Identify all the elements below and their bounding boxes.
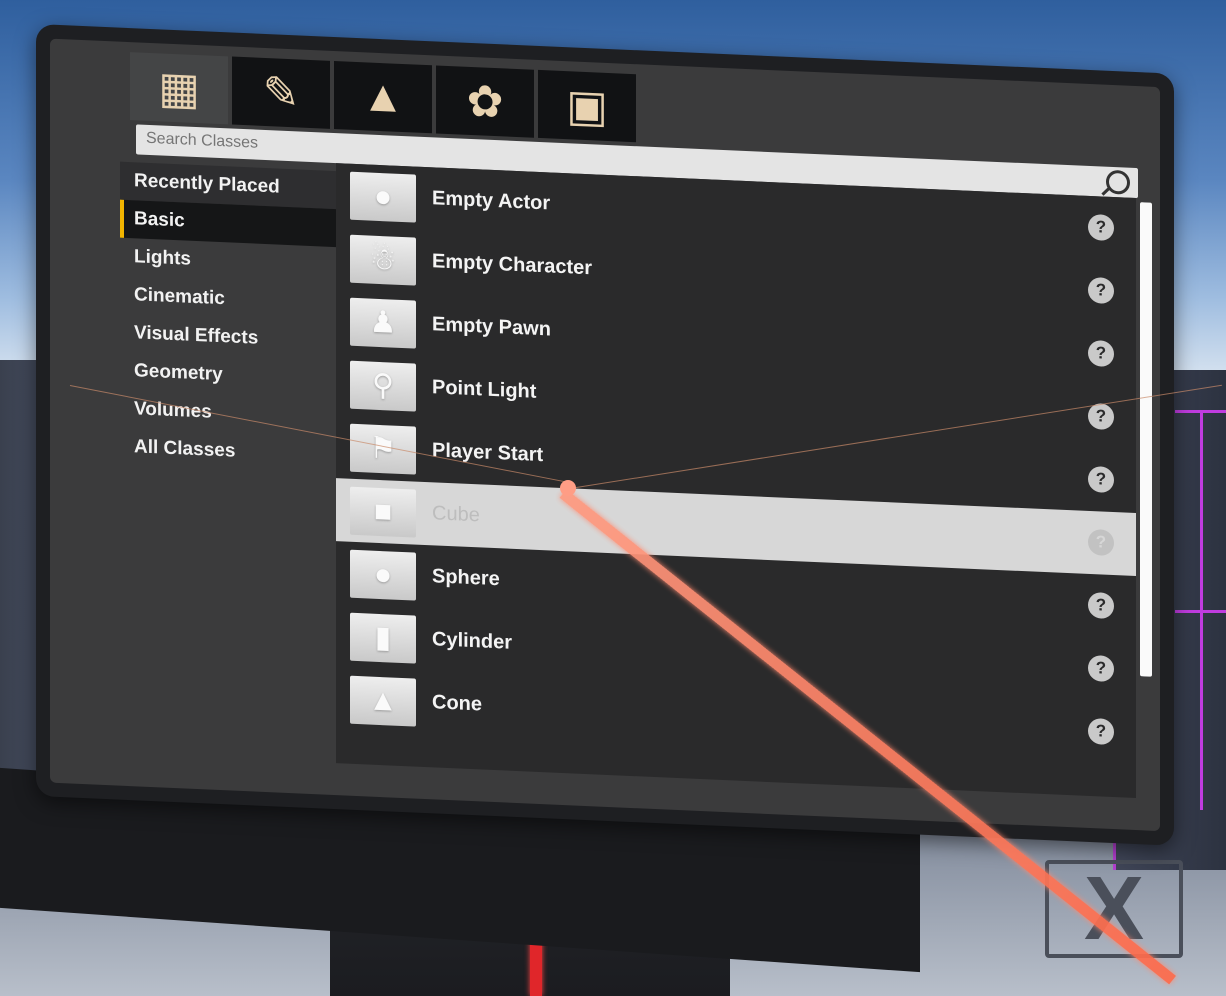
grid-line	[1200, 410, 1203, 810]
item-label: Cone	[432, 691, 482, 716]
help-icon[interactable]: ?	[1088, 465, 1114, 494]
bulb-icon: ⚲	[350, 360, 416, 412]
landscape-icon: ▲	[361, 71, 405, 123]
cylinder-icon: ▮	[350, 612, 416, 664]
item-label: Empty Actor	[432, 187, 551, 215]
foliage-icon: ✿	[466, 76, 504, 127]
item-label: Empty Pawn	[432, 313, 551, 341]
list-scrollbar[interactable]	[1140, 202, 1152, 677]
character-icon: ☃	[350, 234, 416, 286]
sphere-icon: ●	[350, 549, 416, 601]
cone-icon: ▲	[350, 675, 416, 727]
close-icon[interactable]: X	[1045, 860, 1183, 958]
cube-icon: ■	[350, 486, 416, 538]
item-label: Empty Character	[432, 250, 593, 280]
player-start-icon: ⚑	[350, 423, 416, 475]
laser-hit-point	[560, 480, 576, 496]
panel-screen: ▦ ✎ ▲ ✿ ▣ Recently Placed Basic Lights C…	[50, 38, 1160, 832]
help-icon[interactable]: ?	[1088, 528, 1114, 557]
help-icon[interactable]: ?	[1088, 339, 1114, 368]
place-actors-panel: ▦ ✎ ▲ ✿ ▣ Recently Placed Basic Lights C…	[36, 24, 1174, 846]
paint-brush-icon: ✎	[262, 67, 300, 119]
item-label: Cylinder	[432, 628, 513, 654]
category-sidebar: Recently Placed Basic Lights Cinematic V…	[120, 161, 336, 501]
place-actors-icon: ▦	[158, 62, 200, 114]
item-label: Point Light	[432, 376, 537, 403]
category-all-classes[interactable]: All Classes	[120, 428, 336, 475]
help-icon[interactable]: ?	[1088, 654, 1114, 683]
tab-paint[interactable]: ✎	[232, 56, 330, 129]
pawn-icon: ♟	[350, 297, 416, 349]
geometry-edit-icon: ▣	[566, 80, 608, 132]
search-icon[interactable]	[1106, 169, 1130, 195]
item-label: Player Start	[432, 439, 544, 467]
actor-list: ● Empty Actor ? ☃ Empty Character ? ♟ Em…	[336, 163, 1136, 799]
item-label: Sphere	[432, 565, 500, 591]
tab-landscape[interactable]: ▲	[334, 61, 432, 134]
tab-place[interactable]: ▦	[130, 52, 228, 125]
help-icon[interactable]: ?	[1088, 276, 1114, 305]
help-icon[interactable]: ?	[1088, 402, 1114, 431]
tab-geometry-editing[interactable]: ▣	[538, 69, 636, 143]
help-icon[interactable]: ?	[1088, 591, 1114, 620]
tab-foliage[interactable]: ✿	[436, 65, 534, 138]
help-icon[interactable]: ?	[1088, 717, 1114, 746]
item-label: Cube	[432, 502, 480, 527]
help-icon[interactable]: ?	[1088, 213, 1114, 242]
sphere-icon: ●	[350, 171, 416, 223]
